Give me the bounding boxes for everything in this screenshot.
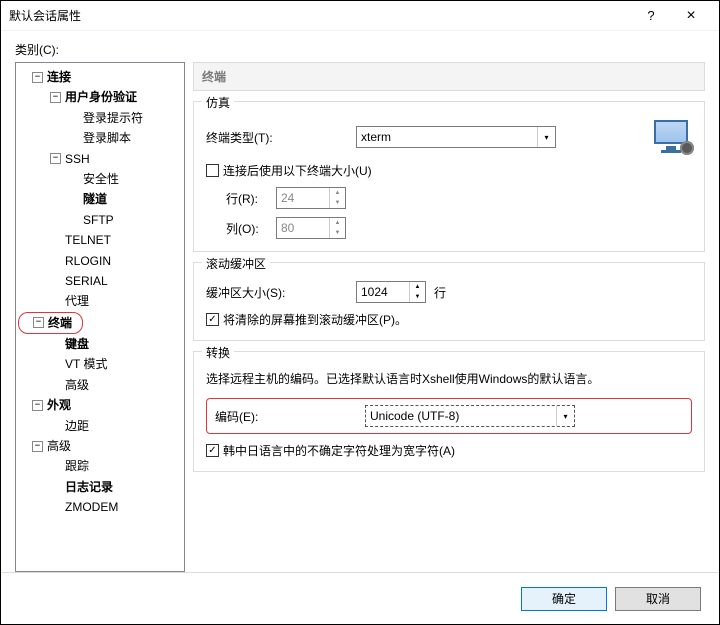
tree-node-proxy[interactable]: 代理 bbox=[18, 291, 182, 311]
help-button[interactable]: ? bbox=[631, 1, 671, 31]
monitor-settings-icon[interactable] bbox=[654, 120, 692, 154]
cjk-wide-label: 韩中日语言中的不确定字符处理为宽字符(A) bbox=[223, 442, 455, 459]
terminal-type-combo[interactable]: xterm ▾ bbox=[356, 126, 556, 148]
panel-header: 终端 bbox=[193, 62, 705, 91]
cancel-button[interactable]: 取消 bbox=[615, 587, 701, 611]
tree-node-loginscript[interactable]: 登录脚本 bbox=[18, 128, 182, 148]
tree-node-vtmode[interactable]: VT 模式 bbox=[18, 354, 182, 374]
dialog-body: 类别(C): −连接 −用户身份验证 登录提示符 登录脚本 bbox=[1, 31, 719, 624]
dialog-default-session-properties: 默认会话属性 ? × 类别(C): −连接 −用户身份验证 登录提示符 登录脚本 bbox=[0, 0, 720, 625]
tree-node-logging[interactable]: 日志记录 bbox=[18, 477, 182, 497]
buffer-size-value: 1024 bbox=[361, 285, 388, 299]
checkbox-box: ✓ bbox=[206, 444, 219, 457]
main-area: −连接 −用户身份验证 登录提示符 登录脚本 −SSH 安全性 bbox=[15, 62, 705, 572]
tree-node-serial[interactable]: SERIAL bbox=[18, 271, 182, 291]
dialog-footer: 确定 取消 bbox=[1, 572, 719, 624]
tree-node-margin[interactable]: 边距 bbox=[18, 416, 182, 436]
tree-node-zmodem[interactable]: ZMODEM bbox=[18, 497, 182, 517]
push-screen-checkbox[interactable]: ✓ 将清除的屏幕推到滚动缓冲区(P)。 bbox=[206, 311, 407, 328]
tree-node-terminal[interactable]: −终端 bbox=[19, 313, 72, 333]
buffer-size-label: 缓冲区大小(S): bbox=[206, 284, 356, 301]
group-title-emulation: 仿真 bbox=[202, 94, 234, 111]
group-title-scrollback: 滚动缓冲区 bbox=[202, 255, 270, 272]
buffer-size-spinner[interactable]: 1024 ▲▼ bbox=[356, 281, 426, 303]
window-title: 默认会话属性 bbox=[9, 7, 631, 24]
spinner-down-icon: ▼ bbox=[330, 228, 345, 238]
cols-label: 列(O): bbox=[206, 220, 276, 237]
encoding-label: 编码(E): bbox=[215, 408, 365, 425]
tree-node-advanced-terminal[interactable]: 高级 bbox=[18, 375, 182, 395]
ok-button[interactable]: 确定 bbox=[521, 587, 607, 611]
tree-node-sftp[interactable]: SFTP bbox=[18, 210, 182, 230]
collapse-icon[interactable]: − bbox=[50, 153, 61, 164]
terminal-type-value: xterm bbox=[361, 130, 391, 144]
rows-label: 行(R): bbox=[206, 190, 276, 207]
spinner-down-icon: ▼ bbox=[330, 198, 345, 208]
use-terminal-size-checkbox[interactable]: 连接后使用以下终端大小(U) bbox=[206, 162, 372, 179]
settings-panel: 终端 仿真 终端类型(T): xterm ▾ bbox=[193, 62, 705, 572]
tree-node-trace[interactable]: 跟踪 bbox=[18, 456, 182, 476]
collapse-icon[interactable]: − bbox=[33, 317, 44, 328]
spinner-down-icon[interactable]: ▼ bbox=[410, 292, 425, 302]
category-label: 类别(C): bbox=[15, 41, 705, 58]
tree-node-tunnel[interactable]: 隧道 bbox=[18, 189, 182, 209]
terminal-type-label: 终端类型(T): bbox=[206, 129, 356, 146]
tree-node-loginprompt[interactable]: 登录提示符 bbox=[18, 108, 182, 128]
collapse-icon[interactable]: − bbox=[50, 92, 61, 103]
rows-value: 24 bbox=[281, 191, 294, 205]
tree-node-userauth[interactable]: −用户身份验证 bbox=[18, 87, 182, 107]
checkbox-box bbox=[206, 164, 219, 177]
chevron-down-icon: ▾ bbox=[537, 127, 555, 147]
spinner-up-icon: ▲ bbox=[330, 218, 345, 228]
tree-node-rlogin[interactable]: RLOGIN bbox=[18, 251, 182, 271]
cols-spinner: 80 ▲▼ bbox=[276, 217, 346, 239]
buffer-size-suffix: 行 bbox=[434, 284, 446, 301]
group-translation: 转换 选择远程主机的编码。已选择默认语言时Xshell使用Windows的默认语… bbox=[193, 351, 705, 472]
encoding-combo[interactable]: Unicode (UTF-8) ▾ bbox=[365, 405, 575, 427]
tree-node-advanced[interactable]: −高级 bbox=[18, 436, 182, 456]
spinner-up-icon[interactable]: ▲ bbox=[410, 282, 425, 292]
tree-node-terminal-highlight: −终端 bbox=[18, 312, 83, 334]
rows-spinner: 24 ▲▼ bbox=[276, 187, 346, 209]
tree-node-ssh[interactable]: −SSH bbox=[18, 149, 182, 169]
chevron-down-icon: ▾ bbox=[556, 406, 574, 426]
group-title-translation: 转换 bbox=[202, 344, 234, 361]
tree-node-telnet[interactable]: TELNET bbox=[18, 230, 182, 250]
encoding-highlight: 编码(E): Unicode (UTF-8) ▾ bbox=[206, 398, 692, 434]
tree-node-appearance[interactable]: −外观 bbox=[18, 395, 182, 415]
close-button[interactable]: × bbox=[671, 1, 711, 31]
collapse-icon[interactable]: − bbox=[32, 400, 43, 411]
collapse-icon[interactable]: − bbox=[32, 72, 43, 83]
use-terminal-size-label: 连接后使用以下终端大小(U) bbox=[223, 162, 372, 179]
collapse-icon[interactable]: − bbox=[32, 441, 43, 452]
cols-value: 80 bbox=[281, 221, 294, 235]
checkbox-box: ✓ bbox=[206, 313, 219, 326]
spinner-up-icon: ▲ bbox=[330, 188, 345, 198]
push-screen-label: 将清除的屏幕推到滚动缓冲区(P)。 bbox=[223, 311, 407, 328]
title-bar: 默认会话属性 ? × bbox=[1, 1, 719, 31]
category-tree[interactable]: −连接 −用户身份验证 登录提示符 登录脚本 −SSH 安全性 bbox=[15, 62, 185, 572]
group-scrollback: 滚动缓冲区 缓冲区大小(S): 1024 ▲▼ 行 ✓ 将清除的屏幕推到滚动缓冲… bbox=[193, 262, 705, 341]
translation-desc: 选择远程主机的编码。已选择默认语言时Xshell使用Windows的默认语言。 bbox=[206, 370, 692, 388]
tree-node-connection[interactable]: −连接 bbox=[18, 67, 182, 87]
encoding-value: Unicode (UTF-8) bbox=[370, 409, 459, 423]
group-emulation: 仿真 终端类型(T): xterm ▾ bbox=[193, 101, 705, 252]
tree-node-keyboard[interactable]: 键盘 bbox=[18, 334, 182, 354]
tree-node-security[interactable]: 安全性 bbox=[18, 169, 182, 189]
cjk-wide-checkbox[interactable]: ✓ 韩中日语言中的不确定字符处理为宽字符(A) bbox=[206, 442, 455, 459]
